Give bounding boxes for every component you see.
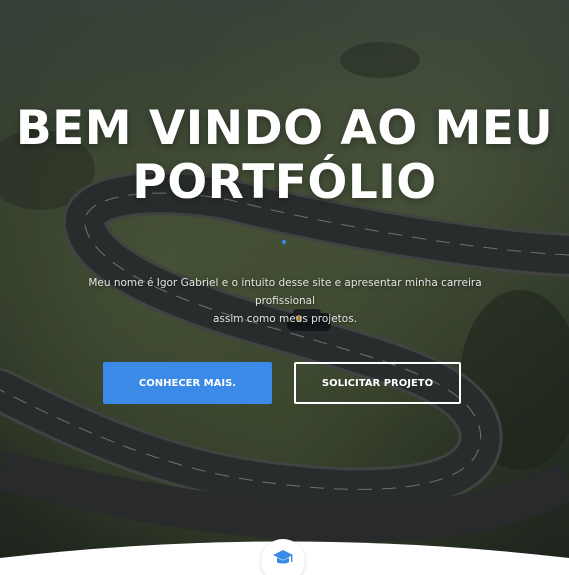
hero-title: BEM VINDO AO MEU PORTFÓLIO bbox=[0, 102, 569, 210]
graduation-cap-icon bbox=[273, 550, 293, 564]
hero-description: Meu nome é Igor Gabriel e o intuito dess… bbox=[60, 274, 510, 328]
learn-more-button[interactable]: CONHECER MAIS. bbox=[103, 362, 272, 404]
request-project-button[interactable]: SOLICITAR PROJETO bbox=[294, 362, 461, 404]
hero-section: BEM VINDO AO MEU PORTFÓLIO Meu nome é Ig… bbox=[0, 0, 569, 575]
hero-description-line1: Meu nome é Igor Gabriel e o intuito dess… bbox=[88, 277, 482, 307]
hero-title-line1: BEM VINDO AO MEU bbox=[15, 101, 554, 156]
hero-title-line2: PORTFÓLIO bbox=[132, 155, 437, 210]
section-icon-badge bbox=[261, 539, 305, 575]
title-divider-dot bbox=[282, 240, 286, 244]
hero-description-line2: assim como meus projetos. bbox=[212, 313, 358, 325]
